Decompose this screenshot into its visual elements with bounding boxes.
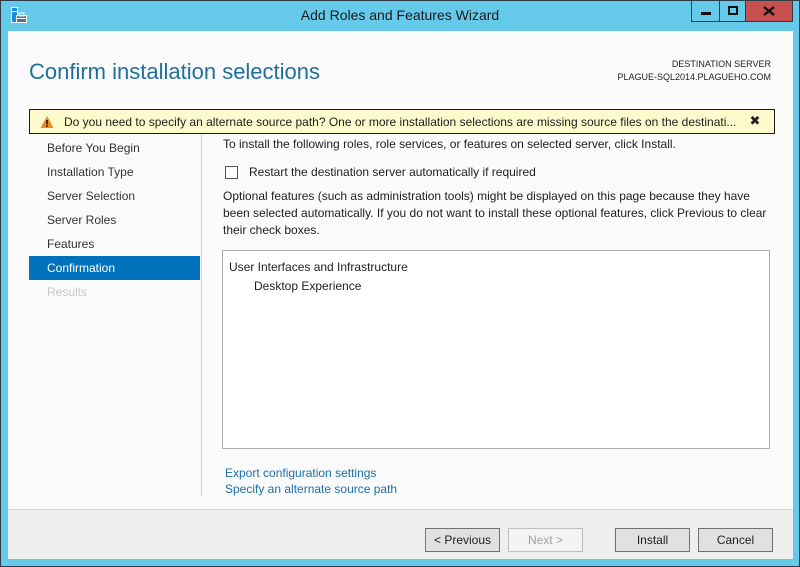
intro-text: To install the following roles, role ser… [223, 137, 676, 151]
destination-server-name: PLAGUE-SQL2014.PLAGUEHO.COM [617, 72, 771, 82]
window-controls [691, 1, 793, 22]
alternate-source-path-link[interactable]: Specify an alternate source path [225, 481, 397, 497]
destination-server-label: DESTINATION SERVER [671, 59, 771, 69]
nav-step-server-roles[interactable]: Server Roles [29, 208, 200, 232]
wizard-footer: < Previous Next > Install Cancel [8, 509, 793, 559]
destination-server-info: DESTINATION SERVER PLAGUE-SQL2014.PLAGUE… [617, 58, 771, 84]
warning-message[interactable]: Do you need to specify an alternate sour… [64, 115, 744, 129]
list-item: Desktop Experience [254, 279, 362, 293]
nav-divider [201, 134, 202, 496]
close-button[interactable] [746, 1, 792, 21]
restart-checkbox[interactable] [225, 165, 238, 179]
maximize-icon [727, 6, 738, 15]
nav-step-before-you-begin[interactable]: Before You Begin [29, 136, 200, 160]
previous-button[interactable]: < Previous [425, 528, 500, 552]
nav-step-results: Results [47, 285, 88, 299]
list-item: User Interfaces and Infrastructure [229, 260, 408, 274]
restart-checkbox-label[interactable]: Restart the destination server automatic… [249, 165, 536, 179]
optional-features-note: Optional features (such as administratio… [223, 189, 767, 237]
nav-step-confirmation[interactable]: Confirmation [29, 256, 200, 280]
next-button: Next > [508, 528, 583, 552]
wizard-window: Add Roles and Features Wizard Confirm in… [0, 0, 800, 567]
nav-step-features[interactable]: Features [29, 232, 200, 256]
nav-step-installation-type[interactable]: Installation Type [29, 160, 200, 184]
alternate-source-warning-bar: Do you need to specify an alternate sour… [29, 109, 775, 134]
restart-option[interactable]: Restart the destination server automatic… [223, 165, 778, 179]
confirmation-content: To install the following roles, role ser… [223, 136, 778, 239]
wizard-step-nav: Before You Begin Installation Type Serve… [29, 136, 200, 304]
dismiss-warning-icon[interactable]: ✖ [744, 114, 766, 129]
minimize-button[interactable] [692, 1, 720, 21]
nav-step-server-selection[interactable]: Server Selection [29, 184, 200, 208]
export-configuration-link[interactable]: Export configuration settings [225, 465, 397, 481]
title-bar[interactable]: Add Roles and Features Wizard [1, 1, 799, 31]
close-icon [763, 6, 775, 16]
maximize-button[interactable] [720, 1, 746, 21]
cancel-button[interactable]: Cancel [698, 528, 773, 552]
page-title: Confirm installation selections [29, 59, 321, 84]
action-links: Export configuration settings Specify an… [225, 465, 397, 497]
window-title: Add Roles and Features Wizard [300, 7, 500, 23]
minimize-icon [700, 12, 711, 15]
installation-selections-list[interactable]: User Interfaces and Infrastructure Deskt… [222, 250, 770, 449]
wizard-client-area: Confirm installation selections DESTINAT… [8, 31, 793, 559]
warning-triangle-icon [40, 115, 54, 128]
install-button[interactable]: Install [615, 528, 690, 552]
